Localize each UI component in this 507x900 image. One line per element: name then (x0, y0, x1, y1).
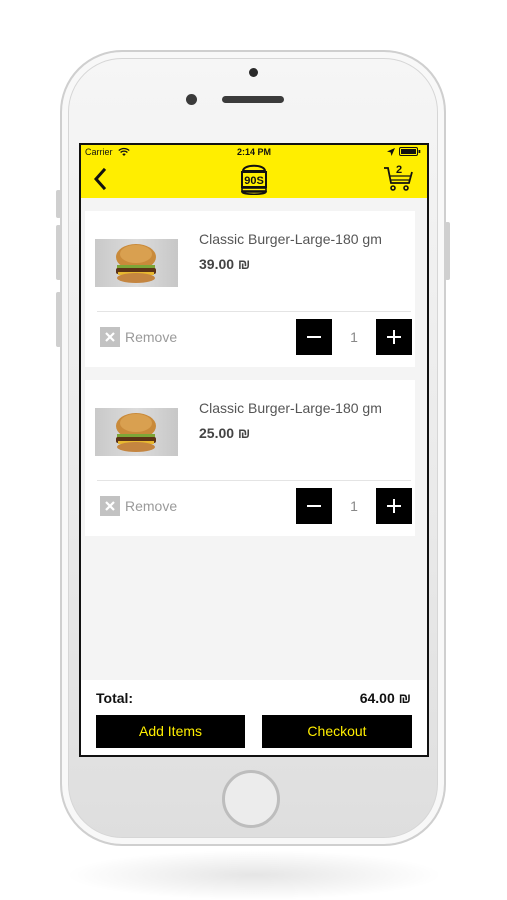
item-price: 25.00 ₪ (199, 425, 251, 441)
checkout-button[interactable]: Checkout (262, 715, 412, 748)
burger-thumbnail (95, 408, 178, 456)
total-label: Total: (96, 690, 134, 706)
item-name: Classic Burger-Large-180 gm (199, 231, 382, 247)
burger-logo-icon: 90S (240, 164, 268, 196)
home-button[interactable] (222, 770, 280, 828)
burger-image-icon (116, 244, 156, 283)
remove-label: Remove (125, 498, 178, 514)
increase-quantity-button[interactable] (376, 488, 412, 524)
remove-label: Remove (125, 329, 178, 345)
cart-item: Classic Burger-Large-180 gm 25.00 ₪ Remo… (85, 380, 415, 536)
quantity-value: 1 (350, 498, 358, 514)
burger-thumbnail (95, 239, 178, 287)
decrease-quantity-button[interactable] (296, 488, 332, 524)
phone-shadow (64, 850, 444, 900)
remove-x-icon (100, 496, 120, 516)
back-arrow-icon[interactable] (91, 167, 109, 191)
front-camera (249, 68, 258, 77)
divider (97, 311, 411, 312)
cart-footer: Total: 64.00 ₪ Add Items Checkout (81, 680, 427, 755)
add-items-button[interactable]: Add Items (96, 715, 245, 748)
app-screen: Carrier 2:14 PM 90S 2 Classic Burger-Lar… (79, 143, 429, 757)
cart-count-badge: 2 (395, 164, 403, 176)
increase-quantity-button[interactable] (376, 319, 412, 355)
earpiece-speaker (222, 96, 284, 103)
app-header: Carrier 2:14 PM 90S 2 (81, 145, 427, 198)
battery-icon (399, 147, 421, 156)
status-bar: Carrier 2:14 PM (81, 145, 427, 159)
item-name: Classic Burger-Large-180 gm (199, 400, 382, 416)
burger-image-icon (116, 413, 156, 452)
cart-item: Classic Burger-Large-180 gm 39.00 ₪ Remo… (85, 211, 415, 367)
total-value: 64.00 ₪ (359, 690, 411, 706)
quantity-value: 1 (350, 329, 358, 345)
decrease-quantity-button[interactable] (296, 319, 332, 355)
status-time: 2:14 PM (236, 147, 271, 157)
location-icon (387, 148, 395, 156)
divider (97, 480, 411, 481)
remove-button[interactable]: Remove (100, 496, 190, 518)
proximity-sensor (186, 94, 197, 105)
item-price: 39.00 ₪ (199, 256, 251, 272)
logo-text: 90S (244, 175, 264, 187)
remove-button[interactable]: Remove (100, 327, 190, 349)
remove-x-icon (100, 327, 120, 347)
